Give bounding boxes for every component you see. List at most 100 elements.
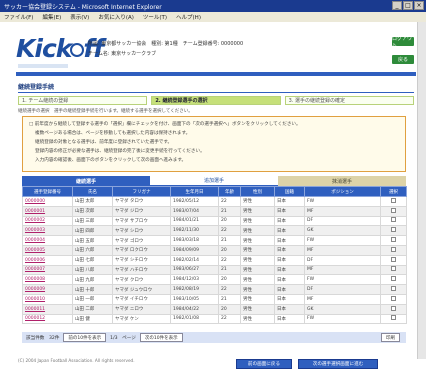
player-id-link[interactable]: 0000002	[22, 215, 73, 227]
table-cell: ヤマダ タロウ	[112, 196, 171, 207]
next-page-button[interactable]: 次の10件を表示	[139, 333, 183, 342]
table-cell: 20	[218, 274, 241, 286]
table-cell: 1984/01/21	[170, 215, 219, 227]
table-cell: ヤマダ シチロウ	[112, 254, 171, 266]
step-2-active: 2. 継続登録選手の選択	[151, 96, 281, 105]
back-menu-button[interactable]: 戻る	[392, 55, 414, 64]
tab-continuing-players[interactable]: 継続選手	[22, 176, 150, 186]
table-cell: ヤマダ シロウ	[112, 225, 171, 237]
select-checkbox[interactable]	[391, 227, 396, 233]
select-cell	[380, 215, 407, 227]
table-cell: ヤマダ ロクロウ	[112, 244, 171, 256]
select-checkbox[interactable]	[391, 237, 396, 243]
player-id-link[interactable]: 0000011	[22, 303, 73, 315]
tab-added-players[interactable]: 追加選手	[150, 176, 278, 186]
table-cell: ヤマダ ハチロウ	[112, 264, 171, 276]
table-cell: 日本	[274, 215, 305, 227]
table-row: 0000003 山田 四郎 ヤマダ シロウ 1982/11/30 22 男性 日本 GK	[22, 225, 407, 237]
tab-removed-players[interactable]: 抹消選手	[278, 176, 406, 186]
select-checkbox[interactable]	[391, 266, 396, 272]
table-cell: 男性	[240, 196, 275, 207]
player-id-link[interactable]: 0000008	[22, 274, 73, 286]
select-checkbox[interactable]	[391, 256, 396, 262]
table-cell: 22	[218, 254, 241, 266]
select-checkbox[interactable]	[391, 207, 396, 213]
select-checkbox[interactable]	[391, 305, 396, 311]
table-cell: ヤマダ サブロウ	[112, 215, 171, 227]
table-cell: FW	[304, 274, 381, 286]
select-checkbox[interactable]	[391, 315, 396, 321]
logout-button[interactable]: ログアウト	[392, 36, 414, 49]
table-cell: 1982/01/08	[170, 313, 219, 325]
table-row: 0000008 山田 九郎 ヤマダ クロウ 1984/12/03 20 男性 日本 FW	[22, 274, 407, 286]
select-checkbox[interactable]	[391, 286, 396, 292]
select-cell	[380, 244, 407, 256]
table-cell: 日本	[274, 313, 305, 325]
close-icon[interactable]: ×	[414, 1, 424, 10]
player-id-link[interactable]: 0000010	[22, 293, 73, 305]
select-cell	[380, 264, 407, 276]
select-cell	[380, 196, 407, 207]
menu-item-tools[interactable]: ツール(T)	[143, 13, 167, 21]
table-header-row: 選手登録番号 氏名 フリガナ 生年月日 年齢 性別 国籍 ポジション 選択	[22, 186, 407, 197]
table-cell: 男性	[240, 284, 275, 295]
step-3: 3. 選手の継続登録の確定	[284, 96, 414, 105]
player-id-link[interactable]: 0000009	[22, 284, 73, 295]
table-row: 0000001 山田 次郎 ヤマダ ジロウ 1983/07/04 21 男性 日本 MF	[22, 205, 407, 217]
menu-item-view[interactable]: 表示(V)	[70, 13, 89, 21]
menu-item-file[interactable]: ファイル(F)	[4, 13, 33, 21]
select-cell	[380, 274, 407, 286]
table-cell: ヤマダ イチロウ	[112, 293, 171, 305]
minimize-icon[interactable]: _	[392, 1, 402, 10]
table-cell: 男性	[240, 303, 275, 315]
player-id-link[interactable]: 0000000	[22, 196, 73, 207]
table-cell: 日本	[274, 284, 305, 295]
player-id-link[interactable]: 0000001	[22, 205, 73, 217]
table-cell: 22	[218, 225, 241, 237]
table-row: 0000000 山田 太郎 ヤマダ タロウ 1982/05/12 22 男性 日本 FW	[22, 196, 407, 207]
table-cell: 男性	[240, 254, 275, 266]
menu-item-favorites[interactable]: お気に入り(A)	[98, 13, 134, 21]
column-header: 国籍	[274, 186, 305, 197]
player-id-link[interactable]: 0000005	[22, 244, 73, 256]
player-id-link[interactable]: 0000007	[22, 264, 73, 276]
table-cell: 日本	[274, 274, 305, 286]
vertical-scrollbar[interactable]	[417, 22, 426, 359]
menu-item-edit[interactable]: 編集(E)	[42, 13, 61, 21]
table-cell: 山田 一郎	[72, 293, 113, 305]
select-checkbox[interactable]	[391, 295, 396, 301]
print-button[interactable]: 印刷	[381, 333, 400, 342]
table-cell: 山田 八郎	[72, 264, 113, 276]
back-button[interactable]: 前の画面に戻る	[236, 359, 292, 369]
select-checkbox[interactable]	[391, 276, 396, 282]
table-cell: 1983/03/18	[170, 235, 219, 246]
table-cell: 男性	[240, 264, 275, 276]
table-cell: 22	[218, 313, 241, 325]
player-id-link[interactable]: 0000012	[22, 313, 73, 325]
table-cell: 日本	[274, 254, 305, 266]
player-id-link[interactable]: 0000004	[22, 235, 73, 246]
table-cell: 1982/02/14	[170, 254, 219, 266]
player-id-link[interactable]: 0000003	[22, 225, 73, 237]
maximize-icon[interactable]: □	[403, 1, 413, 10]
select-cell	[380, 303, 407, 315]
next-step-button[interactable]: 次の選手選択画面に進む	[298, 359, 378, 369]
select-cell	[380, 284, 407, 295]
table-cell: 山田 太郎	[72, 196, 113, 207]
select-checkbox[interactable]	[391, 197, 396, 203]
column-header: ポジション	[304, 186, 381, 197]
step-indicator: 1. チーム継続の登録 2. 継続登録選手の選択 3. 選手の継続登録の確定	[18, 96, 414, 106]
prev-page-button[interactable]: 前の10件を表示	[63, 333, 107, 342]
menu-item-help[interactable]: ヘルプ(H)	[176, 13, 201, 21]
select-cell	[380, 225, 407, 237]
select-cell	[380, 293, 407, 305]
table-row: 0000007 山田 八郎 ヤマダ ハチロウ 1983/06/27 21 男性 日本 MF	[22, 264, 407, 276]
select-checkbox[interactable]	[391, 246, 396, 252]
table-cell: GK	[304, 225, 381, 237]
player-id-link[interactable]: 0000006	[22, 254, 73, 266]
table-cell: 日本	[274, 235, 305, 246]
instruction-line: 継続登録の対象となる選手は、前年度に登録されていた選手です。	[29, 140, 173, 145]
table-cell: 21	[218, 235, 241, 246]
table-cell: 1984/12/03	[170, 274, 219, 286]
select-checkbox[interactable]	[391, 217, 396, 223]
